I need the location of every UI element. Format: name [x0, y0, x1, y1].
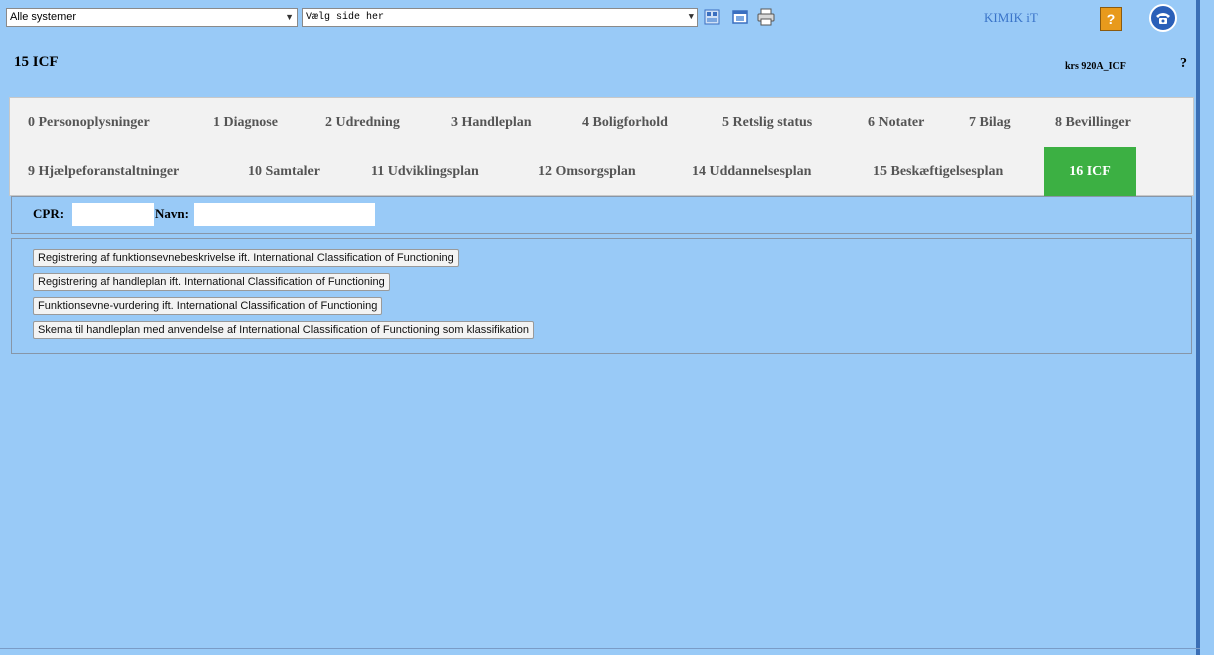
icf-links-panel: Registrering af funktionsevnebeskrivelse…	[11, 238, 1192, 354]
name-label: Navn:	[155, 206, 189, 221]
tab-omsorgsplan[interactable]: 12 Omsorgsplan	[538, 147, 636, 196]
chevron-down-icon: ▼	[688, 12, 694, 22]
link-funktionsevne-vurdering[interactable]: Funktionsevne-vurdering ift. Internation…	[33, 297, 383, 315]
tab-uddannelsesplan[interactable]: 14 Uddannelsesplan	[692, 147, 811, 196]
page-select-value: Vælg side her	[306, 12, 385, 23]
window-border	[1196, 0, 1200, 655]
tab-udredning[interactable]: 2 Udredning	[325, 98, 400, 147]
cpr-label: CPR:	[33, 206, 65, 221]
phone-icon[interactable]	[1149, 4, 1177, 32]
tab-udviklingsplan[interactable]: 11 Udviklingsplan	[371, 147, 479, 196]
system-select-value: Alle systemer	[10, 11, 77, 23]
chevron-down-icon: ▼	[285, 12, 294, 22]
tab-boligforhold[interactable]: 4 Boligforhold	[582, 98, 668, 147]
help-icon[interactable]: ?	[1100, 7, 1122, 31]
patient-info: CPR: Navn:	[11, 196, 1192, 234]
tab-icf[interactable]: 16 ICF	[1044, 147, 1136, 196]
minimize-icon[interactable]	[730, 7, 750, 27]
divider	[0, 648, 1200, 649]
tab-retslig-status[interactable]: 5 Retslig status	[722, 98, 812, 147]
link-handleplan-registrering[interactable]: Registrering af handleplan ift. Internat…	[33, 273, 390, 291]
tab-bar: 0 Personoplysninger 1 Diagnose 2 Udredni…	[9, 97, 1194, 196]
window-icon[interactable]	[702, 7, 722, 27]
tab-bilag[interactable]: 7 Bilag	[969, 98, 1011, 147]
link-funktionsevnebeskrivelse[interactable]: Registrering af funktionsevnebeskrivelse…	[33, 249, 459, 267]
tab-handleplan[interactable]: 3 Handleplan	[451, 98, 532, 147]
tab-beskaeftigelsesplan[interactable]: 15 Beskæftigelsesplan	[873, 147, 1003, 196]
cpr-field[interactable]	[72, 203, 154, 226]
form-help-link[interactable]: ?	[1180, 56, 1187, 72]
tab-notater[interactable]: 6 Notater	[868, 98, 924, 147]
tab-samtaler[interactable]: 10 Samtaler	[248, 147, 320, 196]
tab-hjaelpeforanstaltninger[interactable]: 9 Hjælpeforanstaltninger	[28, 147, 179, 196]
link-skema-handleplan[interactable]: Skema til handleplan med anvendelse af I…	[33, 321, 534, 339]
tab-bevillinger[interactable]: 8 Bevillinger	[1055, 98, 1131, 147]
name-field[interactable]	[194, 203, 375, 226]
page-title: 15 ICF	[14, 54, 59, 70]
form-code: krs 920A_ICF	[1065, 61, 1126, 72]
page-select[interactable]: Vælg side her ▼	[302, 8, 698, 27]
system-select[interactable]: Alle systemer ▼	[6, 8, 298, 27]
brand-label: KIMIK iT	[984, 10, 1038, 25]
tab-diagnose[interactable]: 1 Diagnose	[213, 98, 278, 147]
print-icon[interactable]	[756, 7, 776, 27]
top-toolbar: Alle systemer ▼ Vælg side her ▼ KIMIK iT…	[0, 0, 1214, 40]
tab-personoplysninger[interactable]: 0 Personoplysninger	[28, 98, 150, 147]
